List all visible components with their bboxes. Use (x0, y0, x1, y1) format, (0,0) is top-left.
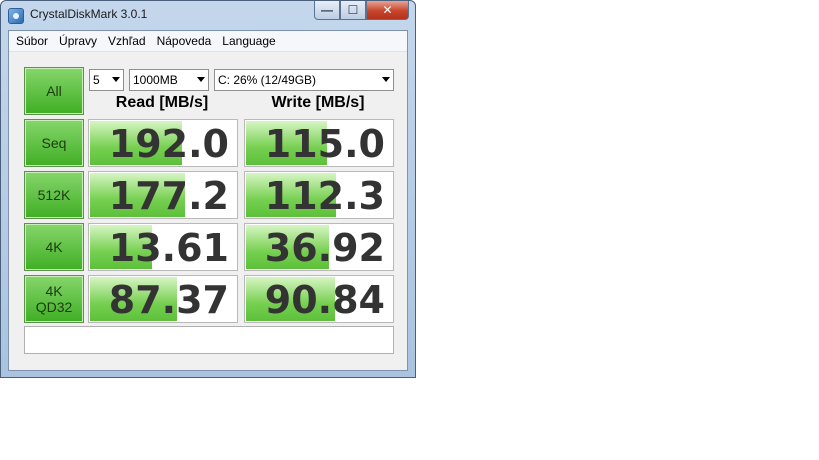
512k-test-button[interactable]: 512K (24, 171, 84, 219)
all-button[interactable]: All (24, 67, 84, 115)
drive-value: C: 26% (12/49GB) (218, 73, 317, 87)
maximize-button[interactable]: ☐ (340, 1, 366, 20)
app-icon (8, 8, 24, 24)
write-header: Write [MB/s] (271, 94, 365, 111)
window-title: CrystalDiskMark 3.0.1 (30, 7, 148, 21)
4k-qd32-write-result: 90.84 (244, 275, 394, 323)
title-bar[interactable]: CrystalDiskMark 3.0.1 — ☐ ✕ (1, 1, 415, 29)
client-area: Súbor Úpravy Vzhľad Nápoveda Language Al… (8, 30, 408, 371)
result-value: 112.3 (264, 174, 385, 218)
close-button[interactable]: ✕ (366, 1, 409, 20)
4k-read-result: 13.61 (88, 223, 238, 271)
test-label-line1: 4K (45, 283, 63, 299)
seq-write-result: 115.0 (244, 119, 394, 167)
seq-read-result: 192.0 (88, 119, 238, 167)
test-label: 4K (45, 239, 63, 255)
4k-write-result: 36.92 (244, 223, 394, 271)
test-size-value: 1000MB (133, 73, 178, 87)
caption-buttons: — ☐ ✕ (314, 1, 409, 21)
result-value: 177.2 (108, 174, 229, 218)
512k-write-result: 112.3 (244, 171, 394, 219)
menu-view[interactable]: Vzhľad (104, 34, 150, 48)
menu-bar: Súbor Úpravy Vzhľad Nápoveda Language (9, 31, 407, 52)
seq-test-button[interactable]: Seq (24, 119, 84, 167)
menu-file[interactable]: Súbor (12, 34, 52, 48)
chevron-down-icon (197, 77, 205, 82)
menu-edit[interactable]: Úpravy (55, 34, 101, 48)
test-size-select[interactable]: 1000MB (129, 69, 209, 91)
menu-language[interactable]: Language (218, 34, 279, 48)
4k-test-button[interactable]: 4K (24, 223, 84, 271)
drive-select[interactable]: C: 26% (12/49GB) (214, 69, 394, 91)
all-button-label: All (46, 83, 62, 99)
controls-row: All 5 1000MB C: 26% (12/49GB) Read [MB/s… (24, 67, 396, 117)
test-count-select[interactable]: 5 (89, 69, 124, 91)
chevron-down-icon (112, 77, 120, 82)
result-value: 36.92 (264, 226, 385, 270)
test-label-line2: QD32 (35, 299, 73, 315)
result-value: 115.0 (264, 122, 385, 166)
test-label: 512K (37, 187, 71, 203)
result-value: 90.84 (264, 278, 385, 322)
result-value: 192.0 (108, 122, 229, 166)
status-box (24, 326, 394, 354)
result-value: 13.61 (108, 226, 229, 270)
result-value: 87.37 (108, 278, 229, 322)
menu-help[interactable]: Nápoveda (153, 34, 216, 48)
4k-qd32-test-button[interactable]: 4K QD32 (24, 275, 84, 323)
read-header: Read [MB/s] (115, 94, 209, 111)
chevron-down-icon (382, 77, 390, 82)
4k-qd32-read-result: 87.37 (88, 275, 238, 323)
minimize-button[interactable]: — (314, 1, 340, 20)
512k-read-result: 177.2 (88, 171, 238, 219)
app-window: CrystalDiskMark 3.0.1 — ☐ ✕ Súbor Úpravy… (0, 0, 416, 378)
test-count-value: 5 (93, 73, 100, 87)
test-label: Seq (41, 135, 67, 151)
